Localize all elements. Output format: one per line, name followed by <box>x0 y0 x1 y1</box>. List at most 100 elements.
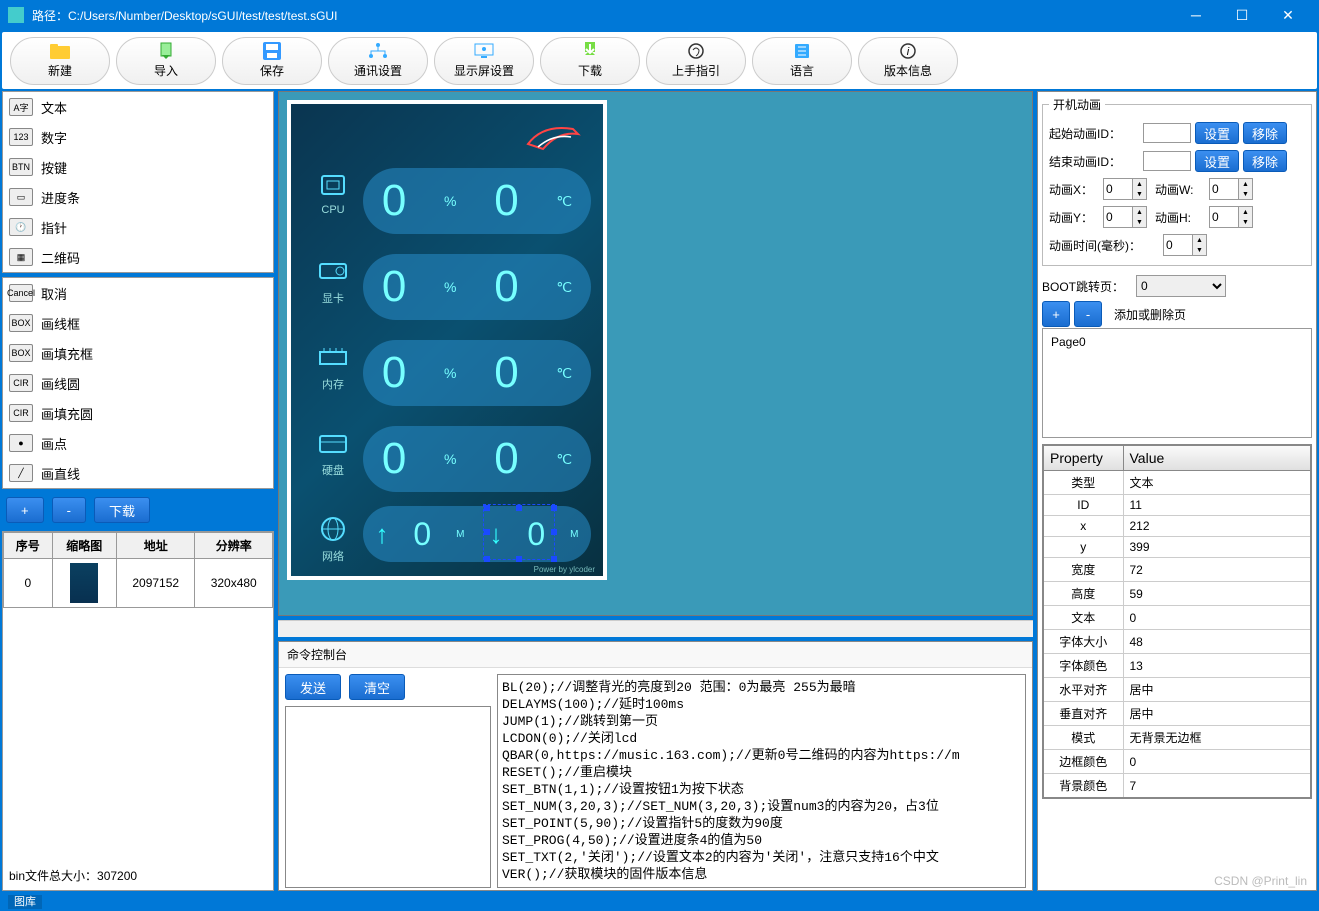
tool-二维码[interactable]: ▦二维码 <box>3 242 273 272</box>
tool-进度条[interactable]: ▭进度条 <box>3 182 273 212</box>
download-button[interactable]: 下载 <box>94 497 150 523</box>
rog-logo-icon <box>523 119 583 159</box>
toolbar-import-button[interactable]: 导入 <box>116 37 216 85</box>
tool-文本[interactable]: A字文本 <box>3 92 273 122</box>
animtime-spinner[interactable]: ▲▼ <box>1163 234 1207 256</box>
tool-指针[interactable]: 🕐指针 <box>3 212 273 242</box>
animtime-label: 动画时间(毫秒)： <box>1049 237 1159 254</box>
component-toolbox: A字文本123数字BTN按键▭进度条🕐指针▦二维码 <box>2 91 274 273</box>
tool-取消[interactable]: Cancel取消 <box>3 278 273 308</box>
end-anim-input[interactable] <box>1143 151 1191 171</box>
property-row[interactable]: 类型文本 <box>1043 471 1311 495</box>
property-row[interactable]: 模式无背景无边框 <box>1043 726 1311 750</box>
tool-画线圆[interactable]: CIR画线圆 <box>3 368 273 398</box>
boot-anim-group-title: 开机动画 <box>1049 96 1105 113</box>
bubble-显卡[interactable]: 0%0℃ <box>363 254 591 320</box>
property-row[interactable]: 字体颜色13 <box>1043 654 1311 678</box>
draw-toolbox: Cancel取消BOX画线框BOX画填充框CIR画线圆CIR画填充圆●画点╱画直… <box>2 277 274 489</box>
property-row[interactable]: 字体大小48 <box>1043 630 1311 654</box>
minimize-button[interactable]: ─ <box>1173 0 1219 30</box>
tool-icon: BOX <box>9 344 33 362</box>
硬盘-icon <box>316 428 350 458</box>
tool-icon: ╱ <box>9 464 33 482</box>
animw-label: 动画W: <box>1155 181 1205 198</box>
start-anim-input[interactable] <box>1143 123 1191 143</box>
animy-spinner[interactable]: ▲▼ <box>1103 206 1147 228</box>
tool-画填充圆[interactable]: CIR画填充圆 <box>3 398 273 428</box>
animx-spinner[interactable]: ▲▼ <box>1103 178 1147 200</box>
toolbar-info-button[interactable]: i版本信息 <box>858 37 958 85</box>
comm-icon <box>367 42 389 60</box>
send-button[interactable]: 发送 <box>285 674 341 700</box>
toolbar-display-button[interactable]: 显示屏设置 <box>434 37 534 85</box>
property-row[interactable]: 水平对齐居中 <box>1043 678 1311 702</box>
tool-画直线[interactable]: ╱画直线 <box>3 458 273 488</box>
page-remove-button[interactable]: - <box>1074 301 1102 327</box>
property-table: PropertyValue类型文本ID11x212y399宽度72高度59文本0… <box>1042 444 1312 799</box>
toolbar-download-button[interactable]: 下载 <box>540 37 640 85</box>
page-add-button[interactable]: + <box>1042 301 1070 327</box>
canvas-hscrollbar[interactable] <box>278 620 1033 637</box>
boot-select[interactable]: 0 <box>1136 275 1226 297</box>
table-row[interactable]: 02097152320x480 <box>4 559 273 608</box>
tool-画填充框[interactable]: BOX画填充框 <box>3 338 273 368</box>
toolbar-folder-button[interactable]: 新建 <box>10 37 110 85</box>
tool-icon: A字 <box>9 98 33 116</box>
command-input[interactable] <box>285 706 491 888</box>
command-log[interactable]: BL(20);//调整背光的亮度到20 范围：0为最亮 255为最暗 DELAY… <box>497 674 1026 888</box>
toolbar-lang-button[interactable]: 语言 <box>752 37 852 85</box>
page-list[interactable]: Page0 <box>1042 328 1312 438</box>
add-button[interactable]: + <box>6 497 44 523</box>
main-toolbar: 新建导入保存通讯设置显示屏设置下载上手指引语言i版本信息 <box>2 32 1317 89</box>
animh-spinner[interactable]: ▲▼ <box>1209 206 1253 228</box>
end-anim-set-button[interactable]: 设置 <box>1195 150 1239 172</box>
property-row[interactable]: 高度59 <box>1043 582 1311 606</box>
end-anim-label: 结束动画ID： <box>1049 153 1139 170</box>
property-row[interactable]: ID11 <box>1043 495 1311 516</box>
status-text[interactable]: 图库 <box>8 895 42 909</box>
end-anim-remove-button[interactable]: 移除 <box>1243 150 1287 172</box>
网络-icon <box>316 514 350 544</box>
bubble-内存[interactable]: 0%0℃ <box>363 340 591 406</box>
start-anim-remove-button[interactable]: 移除 <box>1243 122 1287 144</box>
tool-icon: ● <box>9 434 33 452</box>
property-row[interactable]: x212 <box>1043 516 1311 537</box>
property-row[interactable]: 宽度72 <box>1043 558 1311 582</box>
preview-canvas[interactable]: Power by ylcoder CPU0%0℃显卡0%0℃内存0%0℃硬盘0%… <box>287 100 607 580</box>
toolbar-comm-button[interactable]: 通讯设置 <box>328 37 428 85</box>
page-item[interactable]: Page0 <box>1047 333 1307 351</box>
folder-icon <box>49 42 71 60</box>
clear-button[interactable]: 清空 <box>349 674 405 700</box>
toolbar-hand-button[interactable]: 上手指引 <box>646 37 746 85</box>
canvas-area[interactable]: Power by ylcoder CPU0%0℃显卡0%0℃内存0%0℃硬盘0%… <box>278 91 1033 616</box>
bubble-CPU[interactable]: 0%0℃ <box>363 168 591 234</box>
tool-icon: BTN <box>9 158 33 176</box>
property-row[interactable]: y399 <box>1043 537 1311 558</box>
thumbnail-panel: 序号缩略图地址分辨率02097152320x480 bin文件总大小：30720… <box>2 531 274 891</box>
property-row[interactable]: 边框颜色0 <box>1043 750 1311 774</box>
lang-icon <box>791 42 813 60</box>
tool-画点[interactable]: ●画点 <box>3 428 273 458</box>
property-row[interactable]: 背景颜色7 <box>1043 774 1311 799</box>
binsize-value: 307200 <box>97 869 137 883</box>
remove-button[interactable]: - <box>52 497 86 523</box>
animy-label: 动画Y： <box>1049 209 1099 226</box>
boot-label: BOOT跳转页： <box>1042 278 1132 295</box>
bubble-硬盘[interactable]: 0%0℃ <box>363 426 591 492</box>
display-icon <box>473 42 495 60</box>
property-row[interactable]: 垂直对齐居中 <box>1043 702 1311 726</box>
animw-spinner[interactable]: ▲▼ <box>1209 178 1253 200</box>
svg-text:i: i <box>907 46 910 58</box>
save-icon <box>261 42 283 60</box>
tool-icon: 123 <box>9 128 33 146</box>
tool-按键[interactable]: BTN按键 <box>3 152 273 182</box>
toolbar-save-button[interactable]: 保存 <box>222 37 322 85</box>
property-row[interactable]: 文本0 <box>1043 606 1311 630</box>
tool-数字[interactable]: 123数字 <box>3 122 273 152</box>
tool-画线框[interactable]: BOX画线框 <box>3 308 273 338</box>
start-anim-set-button[interactable]: 设置 <box>1195 122 1239 144</box>
tool-icon: CIR <box>9 404 33 422</box>
animh-label: 动画H: <box>1155 209 1205 226</box>
maximize-button[interactable]: ☐ <box>1219 0 1265 30</box>
close-button[interactable]: ✕ <box>1265 0 1311 30</box>
